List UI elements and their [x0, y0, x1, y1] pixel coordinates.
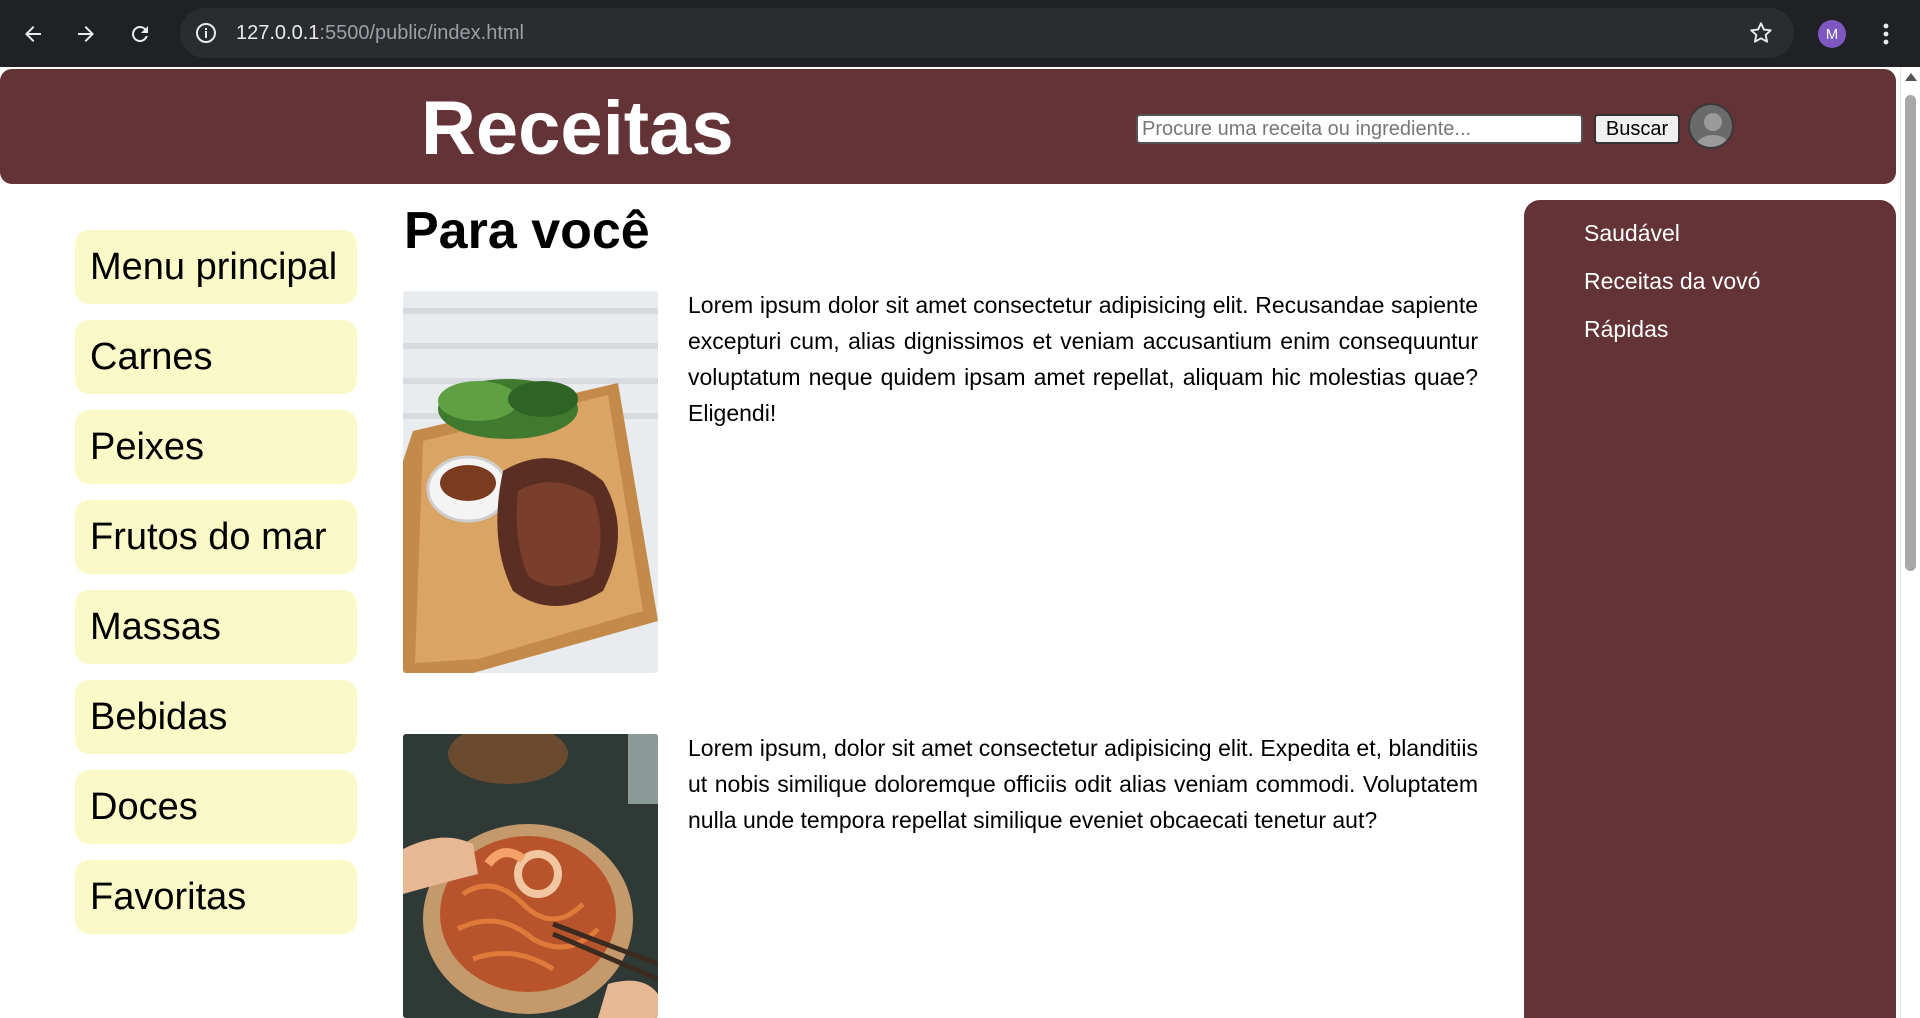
forward-icon[interactable] [66, 14, 106, 54]
steak-on-board-icon[interactable] [403, 291, 658, 673]
site-title: Receitas [421, 86, 734, 171]
category-menu: Menu principal Carnes Peixes Frutos do m… [75, 230, 357, 950]
address-bar[interactable]: 127.0.0.1:5500/public/index.html [180, 8, 1794, 58]
menu-item-menu-principal[interactable]: Menu principal [75, 230, 357, 304]
seafood-noodle-bowl-icon[interactable] [403, 734, 658, 1018]
browser-toolbar: 127.0.0.1:5500/public/index.html M [0, 0, 1920, 67]
url-text: 127.0.0.1:5500/public/index.html [236, 22, 524, 45]
menu-item-frutos-do-mar[interactable]: Frutos do mar [75, 500, 357, 574]
back-icon[interactable] [13, 14, 53, 54]
sidebar-link-receitas-da-vovo[interactable]: Receitas da vovó [1584, 268, 1760, 295]
url-host: 127.0.0.1 [236, 22, 320, 44]
menu-item-favoritas[interactable]: Favoritas [75, 860, 357, 934]
recipe-description: Lorem ipsum dolor sit amet consectetur a… [688, 292, 1478, 426]
page-scrollbar[interactable] [1900, 67, 1920, 1018]
menu-item-bebidas[interactable]: Bebidas [75, 680, 357, 754]
search-button[interactable]: Buscar [1594, 114, 1680, 144]
search-input[interactable] [1136, 114, 1583, 144]
menu-item-peixes[interactable]: Peixes [75, 410, 357, 484]
right-sidebar: Saudável Receitas da vovó Rápidas [1524, 200, 1896, 1018]
profile-avatar[interactable]: M [1818, 20, 1846, 48]
sidebar-link-saudavel[interactable]: Saudável [1584, 220, 1680, 247]
scrollbar-thumb[interactable] [1905, 95, 1916, 571]
reload-icon[interactable] [120, 14, 160, 54]
menu-item-doces[interactable]: Doces [75, 770, 357, 844]
bookmark-star-icon[interactable] [1748, 20, 1774, 46]
sidebar-link-rapidas[interactable]: Rápidas [1584, 316, 1668, 343]
user-avatar-icon[interactable] [1688, 103, 1734, 149]
recipe-description: Lorem ipsum, dolor sit amet consectetur … [688, 735, 1478, 833]
page-viewport: Receitas Buscar Menu principal Carnes Pe… [0, 67, 1900, 1018]
url-path: :5500/public/index.html [319, 22, 524, 44]
browser-menu-icon[interactable] [1874, 18, 1898, 50]
menu-item-carnes[interactable]: Carnes [75, 320, 357, 394]
site-header: Receitas Buscar [0, 69, 1896, 184]
scroll-up-arrow-icon[interactable] [1905, 73, 1917, 81]
menu-item-massas[interactable]: Massas [75, 590, 357, 664]
page-title: Para você [404, 202, 650, 260]
site-info-icon[interactable] [194, 21, 218, 45]
